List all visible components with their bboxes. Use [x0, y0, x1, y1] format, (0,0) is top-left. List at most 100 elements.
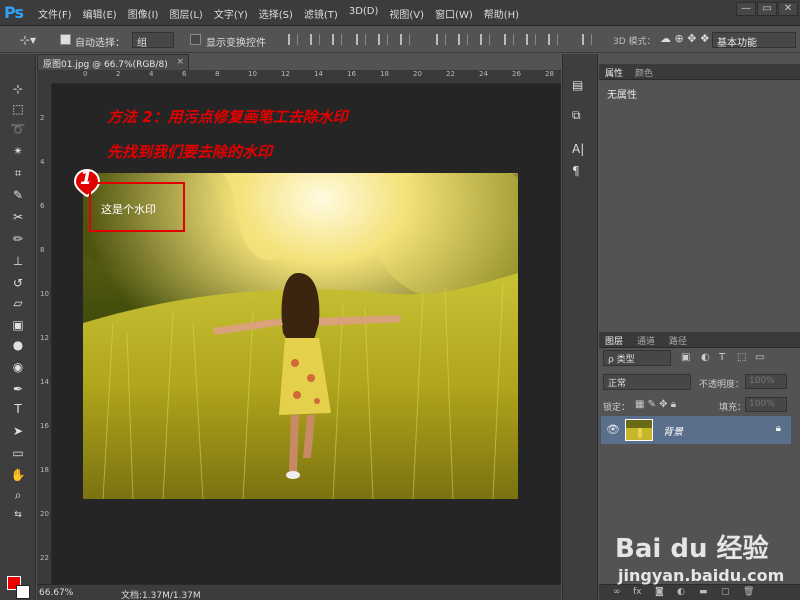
- menu-layer[interactable]: 图层(L): [169, 6, 202, 21]
- lasso-tool-icon[interactable]: ➰: [6, 120, 30, 138]
- align-hcenter-icon[interactable]: [378, 34, 388, 45]
- fill-input[interactable]: 100%: [745, 397, 787, 412]
- layer-thumbnail-image: [626, 420, 652, 440]
- distribute-bottom-icon[interactable]: [480, 34, 490, 45]
- path-selection-tool-icon[interactable]: ➤: [6, 422, 30, 440]
- character-panel-icon[interactable]: A|: [572, 142, 584, 156]
- pen-tool-icon[interactable]: ✒: [6, 380, 30, 398]
- opacity-input[interactable]: 100%: [745, 374, 787, 389]
- zoom-tool-icon[interactable]: ⌕: [6, 486, 30, 504]
- properties-body: 无属性: [599, 80, 800, 330]
- ruler-left-tick: 20: [40, 510, 49, 518]
- shape-tool-icon[interactable]: ▭: [6, 444, 30, 462]
- background-color-swatch[interactable]: [16, 585, 30, 599]
- close-tab-icon[interactable]: ×: [176, 57, 184, 67]
- menu-window[interactable]: 窗口(W): [435, 6, 473, 21]
- tab-layers[interactable]: 图层: [605, 334, 623, 347]
- clone-stamp-tool-icon[interactable]: ⊥: [6, 252, 30, 270]
- spot-healing-tool-icon[interactable]: ✂: [6, 208, 30, 226]
- document-tab[interactable]: 原图01.jpg @ 66.7%(RGB/8) ×: [37, 54, 189, 70]
- distribute-hcenter-icon[interactable]: [526, 34, 536, 45]
- menu-view[interactable]: 视图(V): [389, 6, 424, 21]
- menu-image[interactable]: 图像(I): [128, 6, 159, 21]
- swap-colors-icon[interactable]: ⇆: [6, 506, 30, 524]
- ruler-top-tick: 28: [545, 70, 554, 78]
- align-bottom-icon[interactable]: [332, 34, 342, 45]
- layer-name: 背景: [663, 427, 683, 438]
- menu-help[interactable]: 帮助(H): [484, 6, 519, 21]
- zoom-level[interactable]: 66.67%: [39, 588, 73, 598]
- distribute-left-icon[interactable]: [504, 34, 514, 45]
- menu-3d[interactable]: 3D(D): [349, 6, 379, 21]
- blend-mode-dropdown[interactable]: 正常: [603, 374, 691, 390]
- filter-smart-icon[interactable]: ▭: [755, 352, 764, 363]
- filter-shape-icon[interactable]: ⬚: [737, 352, 746, 363]
- ruler-top-tick: 4: [149, 70, 154, 78]
- tab-color[interactable]: 颜色: [635, 66, 653, 79]
- adjustment-layer-icon[interactable]: ◐: [677, 587, 685, 597]
- distribute-top-icon[interactable]: [436, 34, 446, 45]
- marquee-tool-icon[interactable]: ⬚: [6, 100, 30, 118]
- distribute-right-icon[interactable]: [548, 34, 558, 45]
- tab-properties[interactable]: 属性: [605, 66, 623, 79]
- align-top-icon[interactable]: [288, 34, 298, 45]
- type-tool-icon[interactable]: T: [6, 400, 30, 418]
- crop-tool-icon[interactable]: ⌗: [6, 164, 30, 182]
- menu-file[interactable]: 文件(F): [38, 6, 72, 21]
- ruler-top-tick: 0: [83, 70, 88, 78]
- visibility-eye-icon[interactable]: 👁︎: [606, 423, 620, 436]
- brush-tool-icon[interactable]: ✏: [6, 230, 30, 248]
- eraser-tool-icon[interactable]: ▱: [6, 294, 30, 312]
- link-layers-icon[interactable]: ∞: [613, 587, 621, 597]
- dodge-tool-icon[interactable]: ◉: [6, 358, 30, 376]
- filter-adjustment-icon[interactable]: ◐: [701, 352, 710, 363]
- new-layer-icon[interactable]: ▢: [721, 587, 730, 597]
- menu-select[interactable]: 选择(S): [259, 6, 293, 21]
- layer-row-background[interactable]: 👁︎ 背景 🔒︎: [601, 416, 791, 444]
- show-transform-checkbox[interactable]: [190, 34, 201, 45]
- filter-type-icon[interactable]: T: [719, 352, 725, 363]
- gradient-tool-icon[interactable]: ▣: [6, 316, 30, 334]
- auto-align-icon[interactable]: [582, 34, 592, 45]
- minimize-button[interactable]: —: [736, 2, 756, 16]
- watermark-label: 这是个水印: [101, 203, 156, 216]
- layers-tabs: 图层 通道 路径: [599, 332, 800, 348]
- align-right-icon[interactable]: [400, 34, 410, 45]
- menu-filter[interactable]: 滤镜(T): [304, 6, 338, 21]
- hand-tool-icon[interactable]: ✋: [6, 466, 30, 484]
- blur-tool-icon[interactable]: ●: [6, 336, 30, 354]
- actions-panel-icon[interactable]: ⧉: [572, 108, 581, 123]
- delete-layer-icon[interactable]: 🗑︎: [743, 587, 754, 597]
- eyedropper-tool-icon[interactable]: ✎: [6, 186, 30, 204]
- auto-select-label: 自动选择：: [75, 38, 125, 49]
- magic-wand-tool-icon[interactable]: ✴: [6, 142, 30, 160]
- tab-channels[interactable]: 通道: [637, 334, 655, 347]
- move-tool-icon[interactable]: ⊹: [6, 80, 30, 98]
- align-vcenter-icon[interactable]: [310, 34, 320, 45]
- new-group-icon[interactable]: ▬: [699, 587, 708, 597]
- paragraph-panel-icon[interactable]: ¶: [572, 164, 580, 178]
- filter-pixel-icon[interactable]: ▣: [681, 352, 690, 363]
- tab-paths[interactable]: 路径: [669, 334, 687, 347]
- move-tool-preset-icon[interactable]: ⊹▾: [20, 33, 36, 47]
- close-button[interactable]: ✕: [778, 2, 798, 16]
- add-mask-icon[interactable]: ◙: [655, 587, 664, 597]
- auto-select-checkbox[interactable]: [60, 34, 71, 45]
- document-size[interactable]: 文档:1.37M/1.37M: [121, 588, 201, 600]
- lock-icons[interactable]: ▦ ✎ ✥ 🔒︎: [635, 399, 676, 410]
- history-brush-tool-icon[interactable]: ↺: [6, 274, 30, 292]
- align-left-icon[interactable]: [356, 34, 366, 45]
- ruler-left-tick: 22: [40, 554, 49, 562]
- distribute-vcenter-icon[interactable]: [458, 34, 468, 45]
- baidu-logo-url: jingyan.baidu.com: [618, 566, 785, 585]
- history-panel-icon[interactable]: ▤: [572, 78, 583, 92]
- menu-type[interactable]: 文字(Y): [214, 6, 248, 21]
- maximize-button[interactable]: ▭: [757, 2, 777, 16]
- 3d-orbit-icon[interactable]: ☁ ⊕ ✥ ❖ ▮: [660, 32, 719, 45]
- auto-select-dropdown[interactable]: 组: [132, 32, 174, 49]
- layer-filter-dropdown[interactable]: ρ 类型: [603, 350, 671, 366]
- ruler-top-tick: 16: [347, 70, 356, 78]
- layer-style-icon[interactable]: fx: [633, 587, 642, 597]
- workspace-dropdown[interactable]: 基本功能: [712, 32, 796, 49]
- menu-edit[interactable]: 编辑(E): [83, 6, 117, 21]
